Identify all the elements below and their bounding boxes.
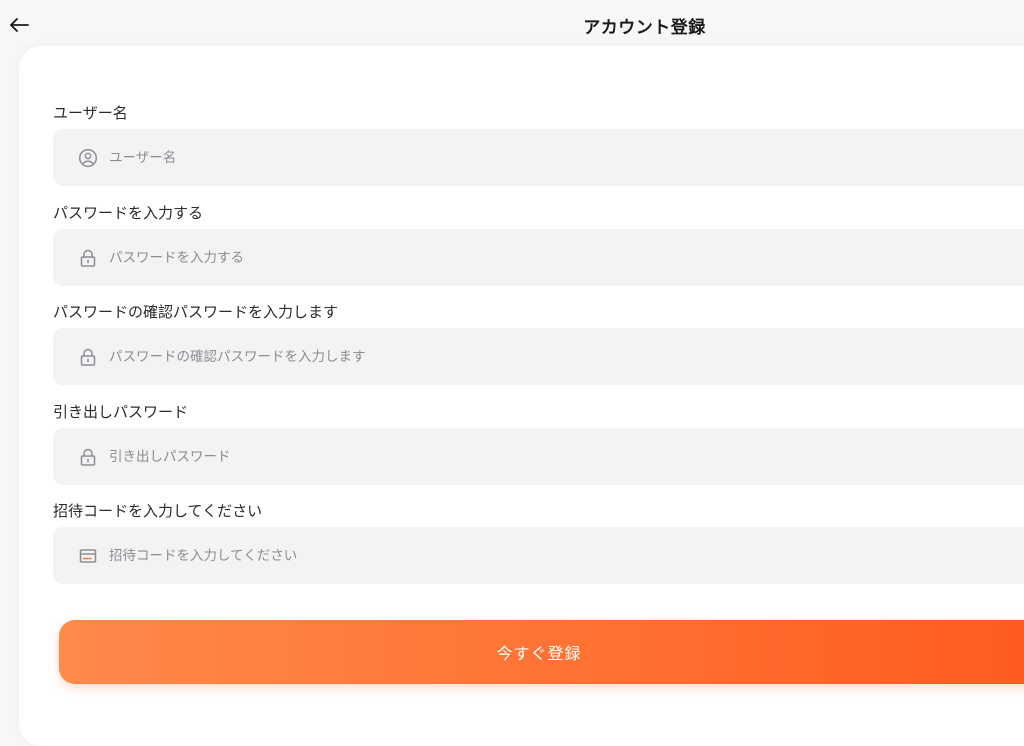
invite-code-label: 招待コードを入力してください <box>53 502 263 520</box>
user-circle-icon <box>77 147 99 169</box>
card-icon <box>77 545 99 567</box>
header: アカウント登録 <box>0 0 1024 48</box>
withdraw-password-input[interactable] <box>109 428 1009 485</box>
invite-code-input[interactable] <box>109 527 1009 584</box>
lock-icon <box>77 446 99 468</box>
password-confirm-input[interactable] <box>109 328 1009 385</box>
withdraw-password-field[interactable] <box>53 428 1024 485</box>
register-now-label: 今すぐ登録 <box>496 644 582 663</box>
password-field[interactable] <box>53 229 1024 286</box>
invite-code-field[interactable] <box>53 527 1024 584</box>
lock-icon <box>77 247 99 269</box>
page-title: アカウント登録 <box>583 18 706 38</box>
lock-icon <box>77 346 99 368</box>
password-confirm-field[interactable] <box>53 328 1024 385</box>
password-label: パスワードを入力する <box>53 204 204 222</box>
username-field[interactable] <box>53 129 1024 186</box>
password-confirm-label: パスワードの確認パスワードを入力します <box>53 303 339 321</box>
username-input[interactable] <box>109 129 1009 186</box>
withdraw-password-label: 引き出しパスワード <box>53 403 189 421</box>
username-label: ユーザー名 <box>53 104 128 122</box>
password-input[interactable] <box>109 229 1009 286</box>
register-now-button[interactable]: 今すぐ登録 <box>59 620 1024 684</box>
